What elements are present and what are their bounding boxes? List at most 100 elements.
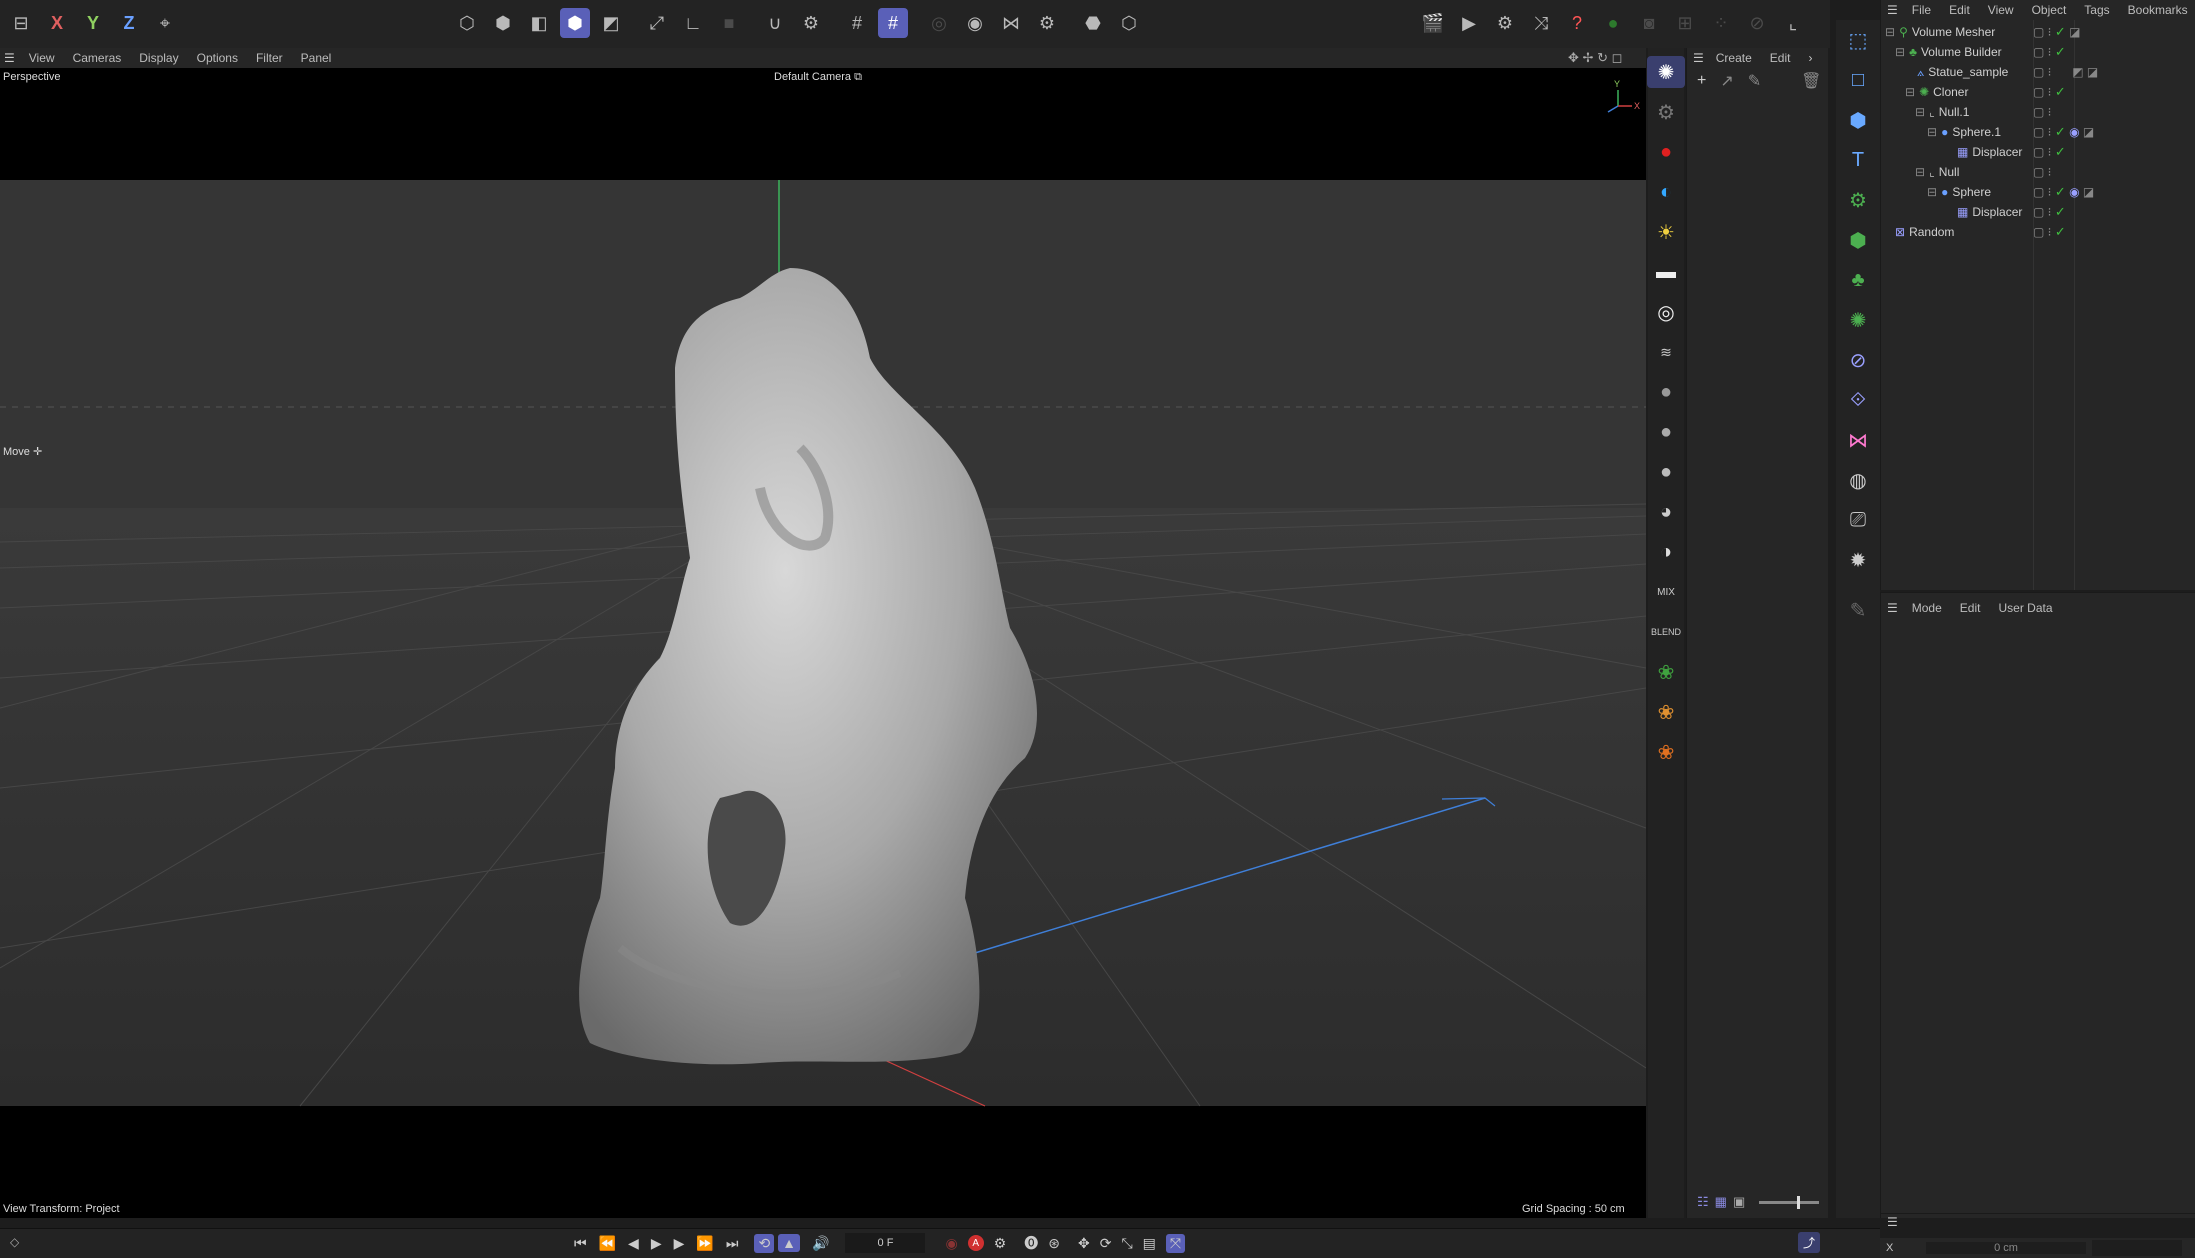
object-row[interactable]: ⊟ ⚲ Volume Mesher ▢ ⁝ ✓ ◪ bbox=[1881, 22, 2195, 42]
soft-selection-icon[interactable]: ◎ bbox=[924, 8, 954, 38]
display-tag-icon[interactable]: ◉ bbox=[2069, 185, 2079, 199]
material-sphere-3-icon[interactable]: ● bbox=[1647, 456, 1685, 488]
snap-icon[interactable]: ∪ bbox=[760, 8, 790, 38]
visibility-toggle[interactable]: ▢ ⁝ ✓ bbox=[2033, 84, 2066, 100]
contrast-icon[interactable]: ◐ bbox=[1647, 176, 1685, 208]
effector-icon[interactable]: ✺ bbox=[1839, 304, 1877, 336]
object-row[interactable]: ⊟ ● Sphere.1 ▢ ⁝ ✓ ◉ ◪ bbox=[1881, 122, 2195, 142]
enabled-check-icon[interactable]: ✓ bbox=[2055, 204, 2066, 219]
help-icon[interactable]: ? bbox=[1562, 8, 1592, 38]
visibility-toggle[interactable]: ▢ ⁝ ✓ bbox=[2033, 224, 2066, 240]
tree-1-icon[interactable]: ❀ bbox=[1647, 656, 1685, 688]
light-object-icon[interactable]: ✹ bbox=[1839, 544, 1877, 576]
maximize-view-icon[interactable]: ◻ bbox=[1612, 50, 1623, 65]
viewport-menu-filter[interactable]: Filter bbox=[256, 51, 283, 65]
visibility-toggle[interactable]: ▢ ⁝ ✓ bbox=[2033, 144, 2066, 160]
polygons-mode-icon[interactable]: ◧ bbox=[524, 8, 554, 38]
visibility-toggle[interactable]: ▢ ⁝ ✓ bbox=[2033, 44, 2066, 60]
create-menu-icon[interactable]: ☰ bbox=[1693, 51, 1704, 65]
object-row[interactable]: ⊟ ⌞ Null ▢ ⁝ bbox=[1881, 162, 2195, 182]
area-light-icon[interactable]: ▬ bbox=[1647, 256, 1685, 288]
next-key-icon[interactable]: ⏩ bbox=[696, 1235, 713, 1252]
sun-icon[interactable]: ☀ bbox=[1647, 216, 1685, 248]
material-checker-icon[interactable]: ◕ bbox=[1647, 496, 1685, 528]
texture-mode-icon[interactable]: ◩ bbox=[596, 8, 626, 38]
grid-icon[interactable]: # bbox=[842, 8, 872, 38]
create-menu-edit[interactable]: Edit bbox=[1770, 51, 1791, 65]
om-menu-file[interactable]: File bbox=[1912, 3, 1931, 17]
edit-icon[interactable]: ✎ bbox=[1748, 71, 1761, 91]
workplane-icon[interactable]: ∟ bbox=[678, 8, 708, 38]
graph-editor-icon[interactable]: ⤴ bbox=[1798, 1232, 1821, 1253]
y-axis-lock[interactable]: Y bbox=[78, 8, 108, 38]
trash-icon[interactable]: 🗑 bbox=[1801, 71, 1821, 91]
enabled-check-icon[interactable]: ✓ bbox=[2055, 144, 2066, 159]
camera-icon[interactable]: ◙ bbox=[1634, 8, 1664, 38]
viewport-menu-panel[interactable]: Panel bbox=[301, 51, 332, 65]
attribute-menu-icon[interactable]: ☰ bbox=[1887, 601, 1898, 615]
rectangle-icon[interactable]: □ bbox=[1839, 64, 1877, 96]
visibility-toggle[interactable]: ▢ ⁝ ✓ ◉ ◪ bbox=[2033, 184, 2094, 200]
tweak-mode-icon[interactable]: ■ bbox=[714, 8, 744, 38]
spline-icon[interactable]: ⋈ bbox=[1839, 424, 1877, 456]
sound-icon[interactable]: 🔊 bbox=[812, 1235, 829, 1252]
ies-light-icon[interactable]: ≋ bbox=[1647, 336, 1685, 368]
camera-object-icon[interactable]: ⎚ bbox=[1839, 504, 1877, 536]
key-mode-icon[interactable]: ⊛ bbox=[1048, 1235, 1060, 1252]
cloner-icon[interactable]: ♣ bbox=[1839, 264, 1877, 296]
disable-icon[interactable]: ⊘ bbox=[1742, 8, 1772, 38]
object-row[interactable]: ⊟ ♣ Volume Builder ▢ ⁝ ✓ bbox=[1881, 42, 2195, 62]
frame-field[interactable]: 0 F bbox=[845, 1233, 926, 1253]
camera-link-icon[interactable]: ⧉ bbox=[854, 71, 862, 83]
axis-mode-icon[interactable]: ⤢ bbox=[642, 8, 672, 38]
om-menu-bookmarks[interactable]: Bookmarks bbox=[2128, 3, 2188, 17]
om-menu-object[interactable]: Object bbox=[2032, 3, 2067, 17]
param-key-icon[interactable]: ▤ bbox=[1143, 1235, 1156, 1252]
link-icon[interactable]: ↗ bbox=[1720, 71, 1733, 91]
keyframe-settings-icon[interactable]: ⚙ bbox=[994, 1235, 1007, 1252]
viewport-menu-view[interactable]: View bbox=[29, 51, 55, 65]
material-sphere-1-icon[interactable]: ● bbox=[1647, 376, 1685, 408]
material-sphere-2-icon[interactable]: ● bbox=[1647, 416, 1685, 448]
generator-icon[interactable]: ⚙ bbox=[1839, 184, 1877, 216]
rotation-key-icon[interactable]: ⟳ bbox=[1100, 1235, 1112, 1252]
enabled-check-icon[interactable]: ✓ bbox=[2055, 24, 2066, 39]
mix-material-icon[interactable]: MIX bbox=[1647, 576, 1685, 608]
spline-pen-icon[interactable]: ✺ bbox=[1647, 56, 1685, 88]
visibility-toggle[interactable]: ▢ ⁝ bbox=[2033, 165, 2052, 179]
viewport-menu-display[interactable]: Display bbox=[139, 51, 178, 65]
texture-tag-icon[interactable]: ◩ ◪ bbox=[2072, 65, 2098, 79]
object-row[interactable]: ▦ Displacer ▢ ⁝ ✓ bbox=[1881, 142, 2195, 162]
am-menu-user-data[interactable]: User Data bbox=[1998, 601, 2052, 615]
object-row[interactable]: ⊟ ⌞ Null.1 ▢ ⁝ bbox=[1881, 102, 2195, 122]
blend-material-icon[interactable]: BLEND bbox=[1647, 616, 1685, 648]
x-axis-lock[interactable]: X bbox=[42, 8, 72, 38]
range-icon[interactable]: ▲ bbox=[778, 1234, 801, 1252]
object-manager-menu-icon[interactable]: ☰ bbox=[1887, 3, 1898, 17]
extrude-icon[interactable]: ⬢ bbox=[1839, 224, 1877, 256]
visibility-toggle[interactable]: ▢ ⁝ ◩ ◪ bbox=[2033, 65, 2098, 79]
grid-snap-icon[interactable]: # bbox=[878, 8, 908, 38]
am-menu-mode[interactable]: Mode bbox=[1912, 601, 1942, 615]
cube-icon[interactable]: ⬢ bbox=[1839, 104, 1877, 136]
visibility-toggle[interactable]: ▢ ⁝ ✓ ◉ ◪ bbox=[2033, 124, 2094, 140]
grid-view-icon[interactable]: ▦ bbox=[1715, 1194, 1727, 1210]
symmetry-settings-icon[interactable]: ⚙ bbox=[1032, 8, 1062, 38]
next-frame-icon[interactable]: ▶ bbox=[674, 1235, 685, 1252]
viewport-camera-label[interactable]: Default Camera ⧉ bbox=[774, 71, 862, 84]
create-menu-create[interactable]: Create bbox=[1716, 51, 1752, 65]
record-key-icon[interactable]: ◉ bbox=[945, 1235, 957, 1252]
scene-icon[interactable]: ⊞ bbox=[1670, 8, 1700, 38]
tag-icon[interactable]: ◪ bbox=[2069, 25, 2080, 39]
enabled-check-icon[interactable]: ✓ bbox=[2055, 184, 2066, 199]
viewport-menu-cameras[interactable]: Cameras bbox=[73, 51, 122, 65]
model-mode-icon[interactable]: ⬢ bbox=[560, 8, 590, 38]
large-view-icon[interactable]: ▣ bbox=[1733, 1194, 1745, 1210]
layout-icon[interactable]: ⌞ bbox=[1778, 8, 1808, 38]
keyframe-icon[interactable]: ◇ bbox=[10, 1235, 19, 1249]
coord-extra-field[interactable] bbox=[2092, 1240, 2182, 1256]
om-menu-tags[interactable]: Tags bbox=[2084, 3, 2109, 17]
om-menu-edit[interactable]: Edit bbox=[1949, 3, 1970, 17]
visibility-toggle[interactable]: ▢ ⁝ ✓ bbox=[2033, 204, 2066, 220]
viewport[interactable]: Y X Perspective Default Camera ⧉ Move ✛ … bbox=[0, 68, 1646, 1218]
